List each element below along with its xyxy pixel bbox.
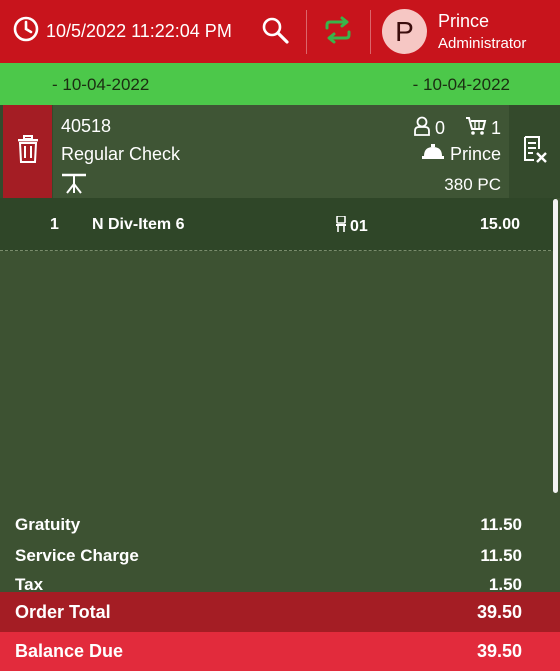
check-number: 40518 — [61, 116, 112, 136]
date-range-bar: - 10-04-2022 - 10-04-2022 — [0, 63, 560, 105]
search-button[interactable] — [256, 14, 294, 50]
server-name: Prince — [449, 144, 501, 164]
balance-due-row: Balance Due 39.50 — [0, 632, 560, 671]
item-seat-group: 01 — [336, 215, 368, 237]
item-seat: 01 — [350, 217, 368, 235]
void-check-icon — [522, 135, 548, 168]
guest-icon — [413, 116, 431, 141]
item-count: 1 — [491, 118, 502, 138]
check-header: 40518 Regular Check 0 1 Prince 380 PC — [0, 105, 560, 198]
item-name: N Div-Item 6 — [92, 216, 185, 233]
seat-icon — [336, 215, 346, 237]
start-date: - 10-04-2022 — [52, 75, 150, 94]
sync-button[interactable] — [318, 14, 358, 50]
order-total-value: 39.50 — [476, 602, 522, 622]
avatar[interactable]: P — [382, 9, 427, 54]
void-check-button[interactable] — [510, 105, 560, 198]
gratuity-label: Gratuity — [15, 515, 81, 534]
order-total-row: Order Total 39.50 — [0, 592, 560, 632]
order-total-label: Order Total — [15, 602, 111, 622]
clock-icon — [12, 15, 40, 48]
guest-count: 0 — [435, 118, 446, 138]
item-count-group: 1 — [465, 116, 501, 141]
order-item-row[interactable]: 1 N Div-Item 6 01 15.00 — [0, 198, 556, 251]
item-price: 15.00 — [479, 216, 520, 233]
items-scrollbar[interactable] — [553, 199, 558, 493]
balance-due-value: 39.50 — [476, 641, 522, 661]
cart-icon — [465, 116, 487, 141]
balance-due-label: Balance Due — [15, 641, 124, 661]
service-charge-row: Service Charge 11.50 — [0, 537, 560, 567]
divider — [370, 10, 371, 54]
gratuity-value: 11.50 — [480, 515, 522, 534]
table-icon — [61, 172, 87, 194]
end-date: - 10-04-2022 — [412, 75, 510, 94]
service-charge-label: Service Charge — [15, 546, 139, 565]
check-type: Regular Check — [61, 144, 181, 164]
item-quantity: 1 — [50, 216, 59, 233]
order-items-list[interactable]: 1 N Div-Item 6 01 15.00 — [0, 198, 560, 501]
server-icon — [421, 144, 444, 165]
delete-check-button[interactable] — [3, 105, 52, 198]
sync-icon — [323, 16, 353, 49]
clock-area: 10/5/2022 11:22:04 PM — [0, 15, 248, 48]
search-icon — [260, 15, 290, 50]
user-name[interactable]: Prince — [438, 11, 489, 32]
top-bar: 10/5/2022 11:22:04 PM P Prince Administr… — [0, 0, 560, 63]
divider — [306, 10, 307, 54]
server-group: Prince — [421, 144, 501, 165]
terminal-name: 380 PC — [444, 175, 501, 194]
service-charge-value: 11.50 — [480, 546, 522, 565]
guest-count-group: 0 — [413, 116, 445, 141]
gratuity-row: Gratuity 11.50 — [0, 506, 560, 536]
trash-icon — [16, 135, 40, 168]
user-role: Administrator — [438, 35, 527, 52]
current-datetime: 10/5/2022 11:22:04 PM — [46, 21, 232, 41]
check-info[interactable]: 40518 Regular Check 0 1 Prince 380 PC — [53, 105, 509, 198]
